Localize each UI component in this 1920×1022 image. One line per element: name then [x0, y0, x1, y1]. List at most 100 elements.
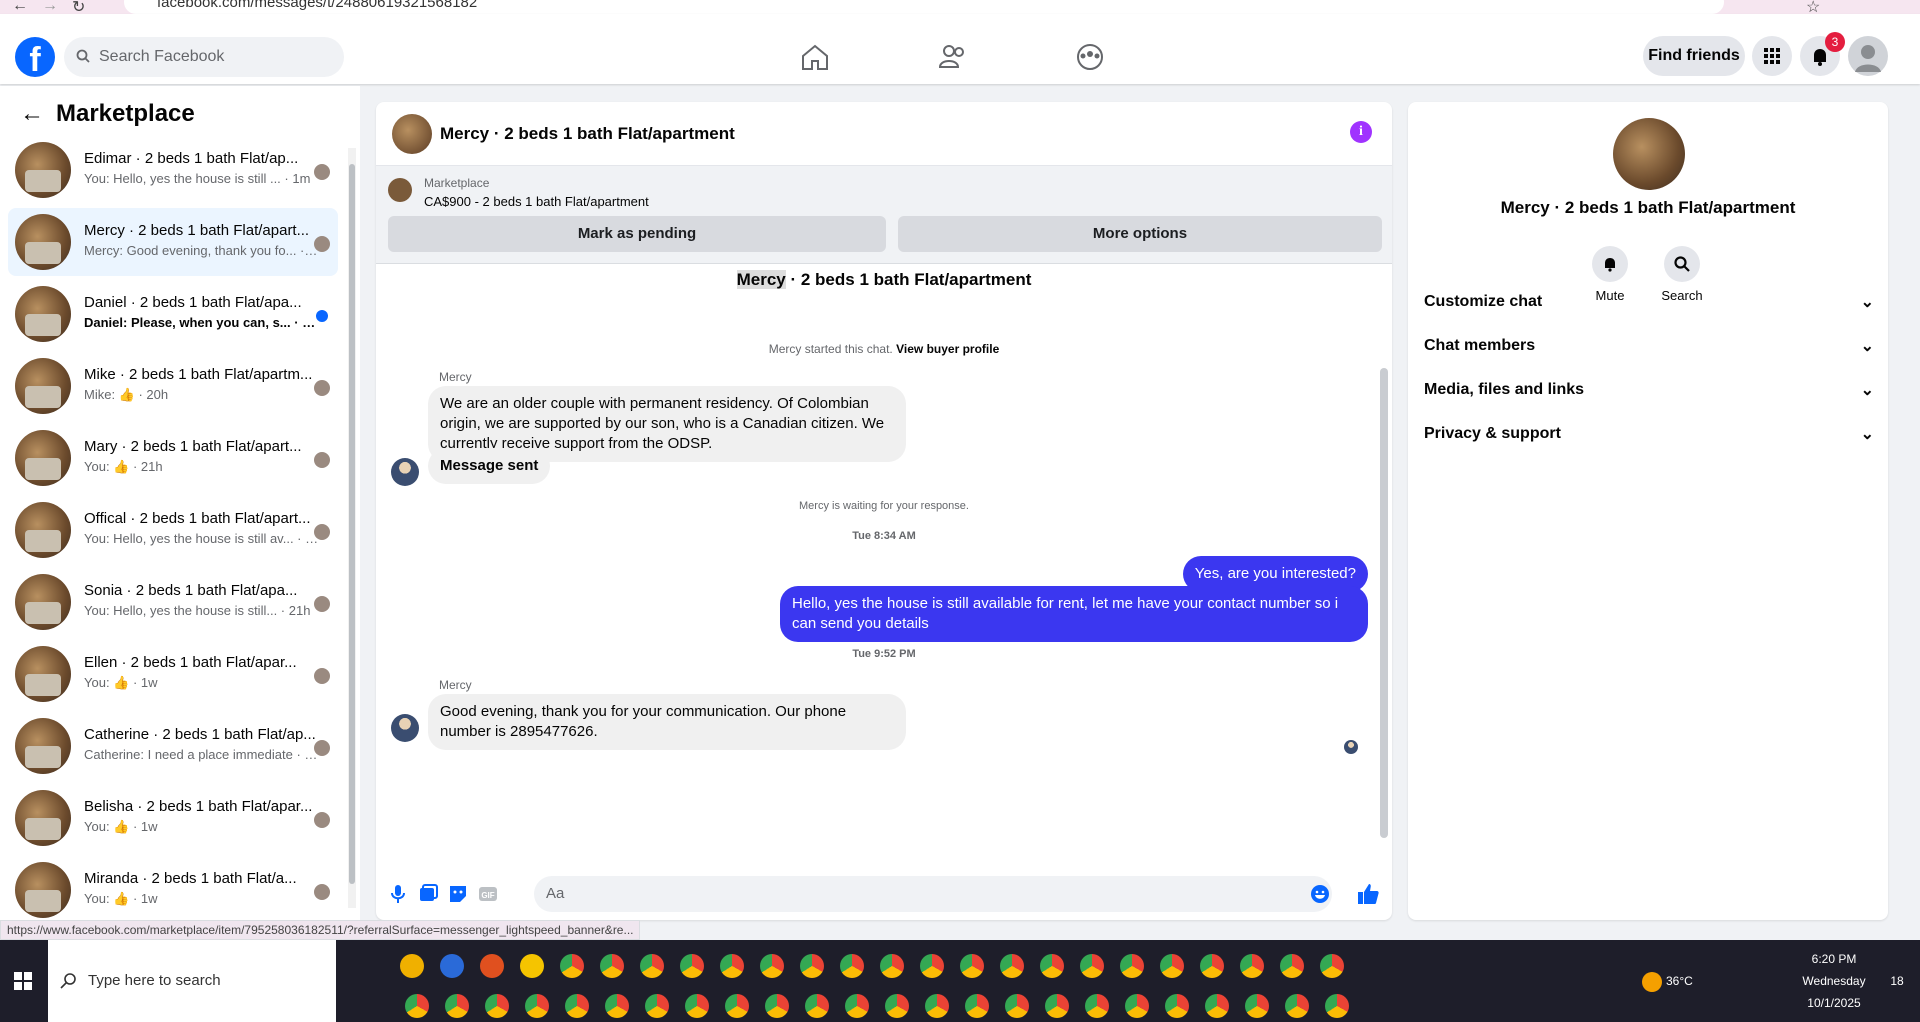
weather-icon[interactable]	[1642, 972, 1662, 992]
clock-time[interactable]: 6:20 PM	[1794, 952, 1874, 966]
incoming-message[interactable]: Good evening, thank you for your communi…	[428, 694, 906, 750]
taskbar-app-icon[interactable]	[1245, 994, 1269, 1018]
conversation-item[interactable]: Mary · 2 beds 1 bath Flat/apart... You: 👍…	[8, 424, 338, 492]
taskbar-app-icon[interactable]	[885, 994, 909, 1018]
taskbar-app-icon[interactable]	[845, 994, 869, 1018]
conversation-item[interactable]: Sonia · 2 beds 1 bath Flat/apa... You: He…	[8, 568, 338, 636]
taskbar-search[interactable]: Type here to search	[48, 940, 336, 1022]
taskbar-app-icon[interactable]	[725, 994, 749, 1018]
thumbs-up-icon[interactable]	[1356, 882, 1380, 906]
reload-icon[interactable]: ↻	[72, 0, 85, 14]
taskbar-app-icon[interactable]	[1125, 994, 1149, 1018]
emoji-icon[interactable]	[1310, 884, 1330, 904]
conversation-item[interactable]: Edimar · 2 beds 1 bath Flat/ap... You: He…	[8, 136, 338, 204]
chat-title[interactable]: Mercy · 2 beds 1 bath Flat/apartment	[440, 124, 735, 144]
taskbar-app-icon[interactable]	[1080, 954, 1104, 978]
taskbar-app-icon[interactable]	[445, 994, 469, 1018]
sender-avatar[interactable]	[391, 458, 419, 486]
taskbar-app-icon[interactable]	[1205, 994, 1229, 1018]
photo-icon[interactable]	[418, 884, 438, 904]
conversation-item[interactable]: Catherine · 2 beds 1 bath Flat/ap... Cath…	[8, 712, 338, 780]
chat-scrollbar[interactable]	[1379, 272, 1389, 858]
friends-icon[interactable]	[938, 43, 968, 71]
conversation-item[interactable]: Miranda · 2 beds 1 bath Flat/a... You: 👍 …	[8, 856, 338, 920]
taskbar-app-icon[interactable]	[685, 994, 709, 1018]
taskbar-app-icon[interactable]	[1285, 994, 1309, 1018]
star-icon[interactable]: ☆	[1806, 0, 1820, 14]
details-avatar[interactable]	[1613, 118, 1685, 190]
conversation-item[interactable]: Mercy · 2 beds 1 bath Flat/apart... Mercy…	[8, 208, 338, 276]
section-chat-members[interactable]: Chat members ⌄	[1424, 326, 1874, 366]
conversation-item[interactable]: Mike · 2 beds 1 bath Flat/apartm... Mike:…	[8, 352, 338, 420]
more-options-button[interactable]: More options	[898, 216, 1382, 252]
taskbar-app-icon[interactable]	[760, 954, 784, 978]
taskbar-app-icon[interactable]	[720, 954, 744, 978]
search-input[interactable]: Search Facebook	[64, 37, 344, 77]
taskbar-app-icon[interactable]	[560, 954, 584, 978]
taskbar-app-icon[interactable]	[1040, 954, 1064, 978]
conversation-item[interactable]: Belisha · 2 beds 1 bath Flat/apar... You:…	[8, 784, 338, 852]
taskbar-app-icon[interactable]	[805, 994, 829, 1018]
mark-as-pending-button[interactable]: Mark as pending	[388, 216, 886, 252]
back-arrow-icon[interactable]: ←	[20, 100, 44, 128]
url-text[interactable]: facebook.com/messages/t/2488061932156818…	[157, 0, 477, 11]
taskbar-app-icon[interactable]	[765, 994, 789, 1018]
taskbar-app-icon[interactable]	[405, 994, 429, 1018]
taskbar-app-icon[interactable]	[840, 954, 864, 978]
section-privacy-support[interactable]: Privacy & support ⌄	[1424, 414, 1874, 454]
conversation-item[interactable]: Ellen · 2 beds 1 bath Flat/apar... You: 👍…	[8, 640, 338, 708]
taskbar-app-icon[interactable]	[1045, 994, 1069, 1018]
find-friends-button[interactable]: Find friends	[1643, 36, 1745, 76]
taskbar-app-icon[interactable]	[645, 994, 669, 1018]
taskbar-app-icon[interactable]	[600, 954, 624, 978]
taskbar-app-icon[interactable]	[920, 954, 944, 978]
taskbar-app-icon[interactable]	[1325, 994, 1349, 1018]
taskbar-app-icon[interactable]	[880, 954, 904, 978]
back-icon[interactable]: ←	[12, 0, 28, 14]
microphone-icon[interactable]	[390, 884, 406, 904]
home-icon[interactable]	[800, 43, 830, 71]
chat-avatar[interactable]	[392, 114, 432, 154]
taskbar-app-icon[interactable]	[1165, 994, 1189, 1018]
clock-day[interactable]: Wednesday	[1794, 974, 1874, 988]
taskbar-app-icon[interactable]	[525, 994, 549, 1018]
conversation-item[interactable]: Daniel · 2 beds 1 bath Flat/apa... Daniel…	[8, 280, 338, 348]
taskbar-app-icon[interactable]	[480, 954, 504, 978]
taskbar-app-icon[interactable]	[965, 994, 989, 1018]
taskbar-app-icon[interactable]	[400, 954, 424, 978]
taskbar-app-icon[interactable]	[640, 954, 664, 978]
taskbar-app-icon[interactable]	[1280, 954, 1304, 978]
message-input[interactable]: Aa	[534, 876, 1332, 912]
section-customize-chat[interactable]: Customize chat ⌄	[1424, 282, 1874, 322]
taskbar-app-icon[interactable]	[1005, 994, 1029, 1018]
taskbar-app-icon[interactable]	[800, 954, 824, 978]
view-buyer-profile-link[interactable]: View buyer profile	[896, 342, 999, 356]
sidebar-scrollbar[interactable]	[348, 148, 356, 908]
account-avatar[interactable]	[1848, 36, 1888, 76]
taskbar-app-icon[interactable]	[1160, 954, 1184, 978]
taskbar-app-icon[interactable]	[1120, 954, 1144, 978]
sender-avatar[interactable]	[391, 714, 419, 742]
taskbar-app-icon[interactable]	[520, 954, 544, 978]
taskbar-app-icon[interactable]	[1320, 954, 1344, 978]
groups-icon[interactable]	[1075, 43, 1105, 71]
taskbar-app-icon[interactable]	[960, 954, 984, 978]
outgoing-message[interactable]: Hello, yes the house is still available …	[780, 586, 1368, 642]
facebook-logo[interactable]: f	[15, 37, 55, 77]
menu-button[interactable]	[1752, 36, 1792, 76]
sticker-icon[interactable]	[448, 884, 468, 904]
temperature[interactable]: 36°C	[1666, 974, 1693, 988]
incoming-message[interactable]: Message sent	[428, 448, 551, 484]
clock-date[interactable]: 10/1/2025	[1794, 996, 1874, 1010]
forward-icon[interactable]: →	[42, 0, 58, 14]
taskbar-app-icon[interactable]	[605, 994, 629, 1018]
info-icon[interactable]: i	[1350, 121, 1372, 143]
taskbar-app-icon[interactable]	[680, 954, 704, 978]
taskbar-app-icon[interactable]	[1085, 994, 1109, 1018]
taskbar-app-icon[interactable]	[565, 994, 589, 1018]
taskbar-app-icon[interactable]	[1000, 954, 1024, 978]
windows-start-icon[interactable]	[14, 972, 32, 990]
taskbar-app-icon[interactable]	[440, 954, 464, 978]
taskbar-app-icon[interactable]	[925, 994, 949, 1018]
conversation-item[interactable]: Offical · 2 beds 1 bath Flat/apart... You…	[8, 496, 338, 564]
